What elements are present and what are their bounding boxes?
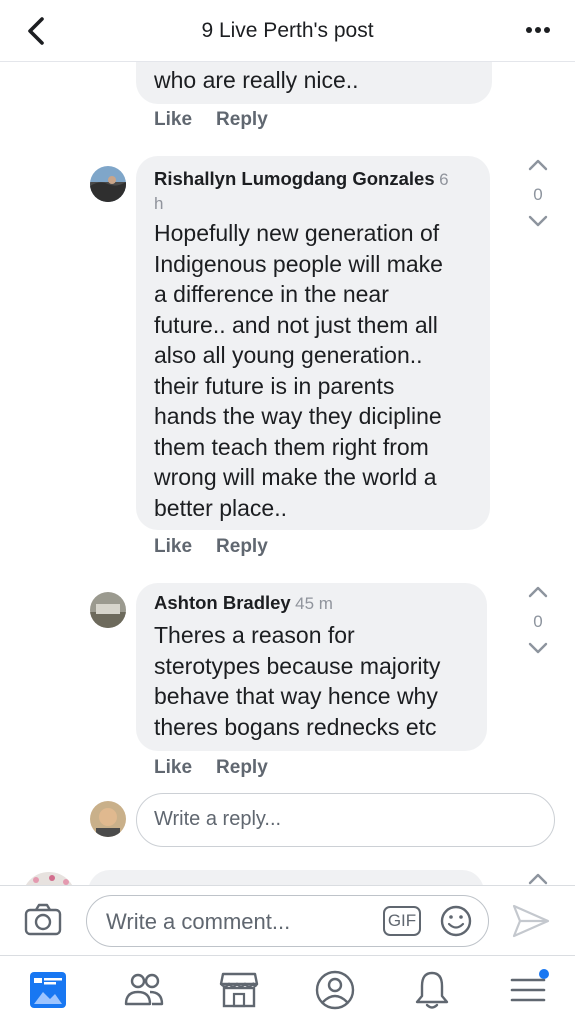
upvote-icon[interactable]: [523, 154, 553, 174]
comment-bubble: [88, 870, 484, 885]
comment-time: h: [154, 194, 164, 213]
comment-composer: Write a comment... GIF: [0, 885, 575, 955]
like-button[interactable]: Like: [154, 757, 192, 778]
reply-input[interactable]: Write a reply...: [136, 793, 555, 847]
avatar[interactable]: [22, 872, 76, 885]
like-button[interactable]: Like: [154, 109, 192, 130]
my-avatar: [90, 801, 126, 837]
more-dots-icon[interactable]: [521, 18, 555, 42]
comment-bubble: Rishallyn Lumogdang Gonzales 6 h Hopeful…: [136, 156, 490, 530]
comment-actions: Like Reply: [154, 536, 292, 558]
comment-placeholder: Write a comment...: [106, 909, 291, 934]
vote-count: 0: [533, 185, 543, 204]
comment-bubble: Ashton Bradley 45 m Theres a reason for …: [136, 583, 487, 751]
reply-button[interactable]: Reply: [216, 109, 268, 130]
vote-count: 0: [533, 612, 543, 631]
upvote-icon[interactable]: [523, 581, 553, 601]
smiley-icon[interactable]: [439, 904, 473, 938]
send-icon[interactable]: [511, 903, 551, 939]
avatar[interactable]: [90, 592, 126, 628]
vote-widget: 0: [523, 581, 553, 663]
vote-widget: 0: [523, 154, 553, 236]
comment-text: Hopefully new generation of Indigenous p…: [154, 220, 443, 521]
comment-actions: Like Reply: [154, 757, 292, 779]
comment-text: Theres a reason for sterotypes because m…: [154, 622, 441, 740]
menu-icon[interactable]: [506, 968, 550, 1012]
profile-icon[interactable]: [313, 968, 357, 1012]
camera-icon[interactable]: [24, 903, 62, 937]
like-button[interactable]: Like: [154, 536, 192, 557]
comment-author[interactable]: Ashton Bradley: [154, 592, 291, 613]
comments-thread: who are really nice.. Like Reply Rishally…: [0, 62, 575, 885]
page-title: 9 Live Perth's post: [201, 19, 374, 42]
gif-icon[interactable]: GIF: [383, 906, 421, 936]
top-bar: 9 Live Perth's post: [0, 0, 575, 62]
vote-widget: [523, 868, 553, 885]
marketplace-icon[interactable]: [217, 968, 261, 1012]
comment-bubble: who are really nice..: [136, 62, 492, 104]
comment-actions: Like Reply: [154, 109, 292, 131]
reply-placeholder: Write a reply...: [154, 808, 282, 830]
reply-button[interactable]: Reply: [216, 757, 268, 778]
upvote-icon[interactable]: [523, 868, 553, 885]
reply-button[interactable]: Reply: [216, 536, 268, 557]
avatar[interactable]: [90, 166, 126, 202]
downvote-icon[interactable]: [523, 638, 553, 658]
news-feed-icon[interactable]: [26, 968, 70, 1012]
bottom-tab-bar: [0, 955, 575, 1024]
comment-time: 6: [439, 170, 449, 189]
comment-input[interactable]: Write a comment... GIF: [86, 895, 489, 947]
comment-author[interactable]: Rishallyn Lumogdang Gonzales: [154, 168, 435, 189]
notification-dot: [539, 969, 549, 979]
comment-text: who are really nice..: [154, 67, 359, 93]
friends-icon[interactable]: [122, 968, 166, 1012]
bell-icon[interactable]: [410, 968, 454, 1012]
comment-time: 45 m: [295, 594, 333, 613]
downvote-icon[interactable]: [523, 211, 553, 231]
